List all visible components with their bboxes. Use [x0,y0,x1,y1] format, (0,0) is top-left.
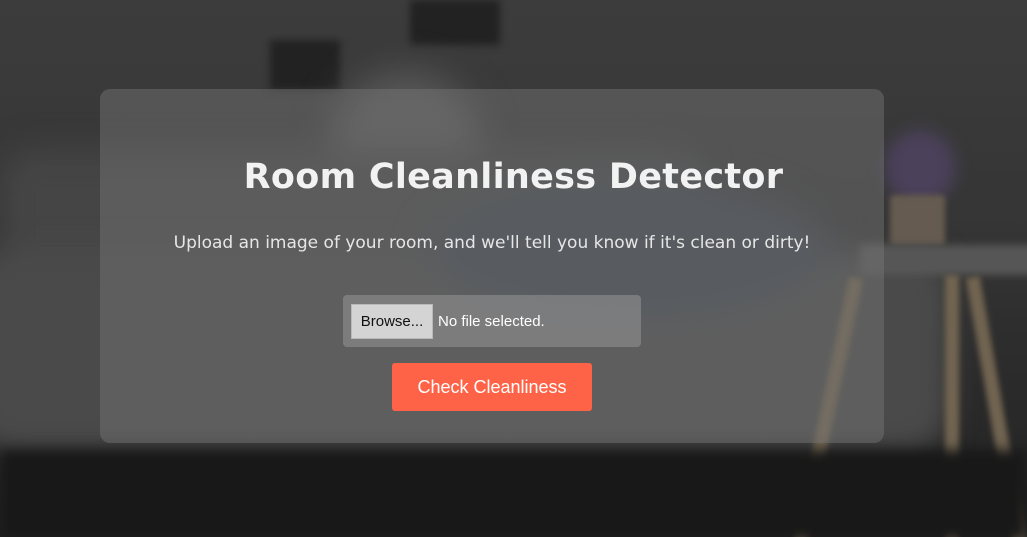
page-title: Room Cleanliness Detector [243,157,784,197]
file-input[interactable]: Browse... No file selected. [343,295,641,347]
browse-button[interactable]: Browse... [351,304,433,339]
file-status-label: No file selected. [438,313,545,330]
check-cleanliness-button[interactable]: Check Cleanliness [392,363,592,411]
page-subtitle: Upload an image of your room, and we'll … [173,233,811,253]
